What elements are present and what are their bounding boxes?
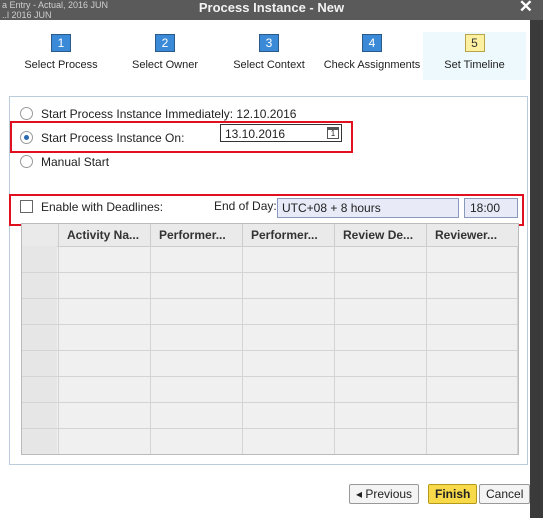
calendar-day: 1 xyxy=(330,129,336,138)
column-header-activity[interactable]: Activity Na... xyxy=(58,224,150,246)
step-number: 4 xyxy=(362,34,382,52)
column-header-performer-2[interactable]: Performer... xyxy=(242,224,334,246)
table-row xyxy=(22,324,518,325)
wizard-steps: 1 Select Process 2 Select Owner 3 Select… xyxy=(0,20,530,80)
step-select-context[interactable]: 3 Select Context xyxy=(219,34,319,71)
cancel-button[interactable]: Cancel xyxy=(479,484,531,504)
option-enable-deadlines[interactable]: Enable with Deadlines: xyxy=(20,200,163,214)
table-row xyxy=(22,298,518,299)
option-manual-start[interactable]: Manual Start xyxy=(20,155,109,169)
step-check-assignments[interactable]: 4 Check Assignments xyxy=(318,34,426,71)
step-select-owner[interactable]: 2 Select Owner xyxy=(115,34,215,71)
column-header-review-deadline[interactable]: Review De... xyxy=(334,224,426,246)
step-select-process[interactable]: 1 Select Process xyxy=(11,34,111,71)
step-number: 5 xyxy=(464,34,485,52)
process-instance-dialog: 1 Select Process 2 Select Owner 3 Select… xyxy=(0,20,531,518)
option-label: Enable with Deadlines: xyxy=(41,200,164,214)
table-row xyxy=(22,402,518,403)
checkbox-enable-deadlines[interactable] xyxy=(20,200,33,213)
column-header-performer-1[interactable]: Performer... xyxy=(150,224,242,246)
activity-table: Activity Na... Performer... Performer...… xyxy=(21,223,519,455)
step-number: 1 xyxy=(51,34,71,52)
title-bar: Process Instance - New ✕ xyxy=(0,0,543,20)
option-label: Start Process Instance Immediately: 12.1… xyxy=(41,107,297,121)
option-start-on[interactable]: Start Process Instance On: xyxy=(20,131,184,145)
option-label: Manual Start xyxy=(41,155,110,169)
timezone-field[interactable]: UTC+08 + 8 hours xyxy=(277,198,459,218)
option-start-immediately[interactable]: Start Process Instance Immediately: 12.1… xyxy=(20,107,296,121)
table-row xyxy=(22,272,518,273)
end-of-day-label: End of Day: xyxy=(214,199,277,213)
timeline-panel: Start Process Instance Immediately: 12.1… xyxy=(9,96,528,465)
start-date-value: 13.10.2016 xyxy=(225,127,286,141)
step-label: Select Process xyxy=(24,59,98,71)
step-set-timeline[interactable]: 5 Set Timeline xyxy=(423,32,526,80)
window-title: Process Instance - New xyxy=(198,0,345,15)
table-row xyxy=(22,376,518,377)
previous-button[interactable]: ◂ Previous xyxy=(349,484,420,504)
background-window-edge xyxy=(530,20,543,518)
option-label: Start Process Instance On: xyxy=(41,131,185,145)
radio-manual-start[interactable] xyxy=(20,155,33,168)
start-date-input[interactable]: 13.10.2016 1 xyxy=(220,124,342,142)
table-row xyxy=(22,350,518,351)
table-header: Activity Na... Performer... Performer...… xyxy=(22,224,518,247)
table-row xyxy=(22,428,518,429)
close-icon[interactable]: ✕ xyxy=(519,0,533,16)
radio-start-immediately[interactable] xyxy=(20,107,33,120)
end-of-day-time-field[interactable]: 18:00 xyxy=(464,198,518,218)
step-label: Set Timeline xyxy=(444,59,505,71)
step-label: Select Context xyxy=(233,59,305,71)
step-number: 2 xyxy=(155,34,175,52)
step-label: Check Assignments xyxy=(323,59,421,71)
step-number: 3 xyxy=(259,34,279,52)
column-header-reviewer[interactable]: Reviewer... xyxy=(426,224,518,246)
row-header-corner xyxy=(22,224,58,246)
calendar-icon[interactable]: 1 xyxy=(327,127,339,139)
step-label: Select Owner xyxy=(131,59,199,71)
finish-button[interactable]: Finish xyxy=(428,484,478,504)
radio-start-on[interactable] xyxy=(20,131,33,144)
